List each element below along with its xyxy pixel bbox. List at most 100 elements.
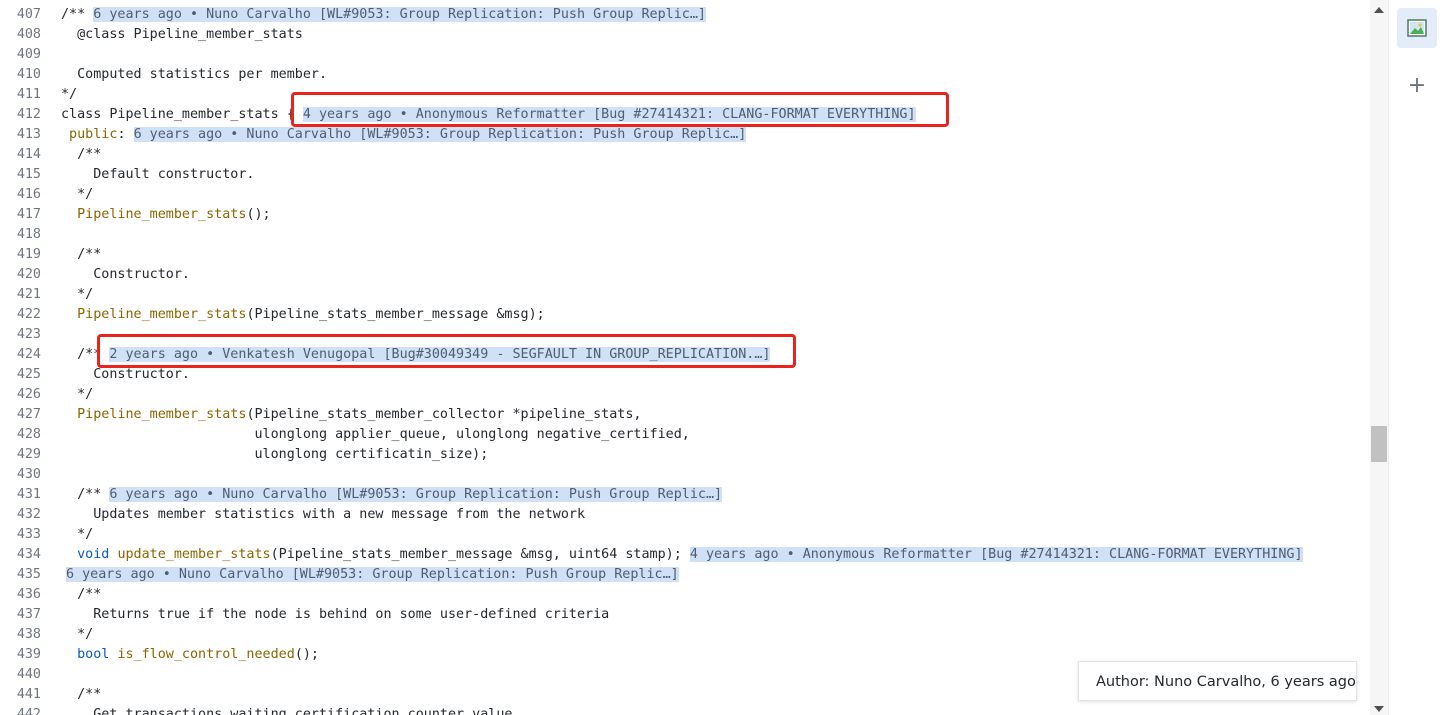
- image-preview-icon: [1407, 19, 1427, 37]
- line-number: 408: [16, 27, 41, 42]
- git-blame-annotation[interactable]: 4 years ago • Anonymous Reformatter [Bug…: [689, 547, 1303, 562]
- line-number: 423: [16, 327, 41, 342]
- line-number: 415: [16, 167, 41, 182]
- code-text: @class Pipeline_member_stats: [61, 27, 303, 42]
- code-text: */: [61, 627, 94, 642]
- line-number: 427: [16, 407, 41, 422]
- code-line[interactable]: 428 ulonglong applier_queue, ulonglong n…: [0, 425, 1366, 445]
- code-line[interactable]: 418: [0, 225, 1366, 245]
- scroll-up-arrow-icon[interactable]: [1374, 7, 1384, 13]
- line-number: 417: [16, 207, 41, 222]
- add-button[interactable]: +: [1397, 65, 1437, 105]
- line-number: 441: [16, 687, 41, 702]
- code-line[interactable]: 420 Constructor.: [0, 265, 1366, 285]
- code-line[interactable]: 421 */: [0, 285, 1366, 305]
- line-number: 413: [16, 127, 41, 142]
- code-line[interactable]: 429 ulonglong certificatin_size);: [0, 445, 1366, 465]
- code-text: */: [61, 387, 94, 402]
- code-line[interactable]: 426 */: [0, 385, 1366, 405]
- code-text: */: [61, 87, 78, 102]
- line-number: 435: [16, 567, 41, 582]
- line-number: 437: [16, 607, 41, 622]
- line-number: 424: [16, 347, 41, 362]
- line-number: 438: [16, 627, 41, 642]
- git-blame-annotation[interactable]: 6 years ago • Nuno Carvalho [WL#9053: Gr…: [93, 7, 706, 22]
- code-text: Computed statistics per member.: [61, 67, 328, 82]
- code-line[interactable]: 436 /**: [0, 585, 1366, 605]
- code-line[interactable]: 434 void update_member_stats(Pipeline_st…: [0, 545, 1366, 565]
- line-number: 442: [16, 707, 41, 715]
- blame-tooltip: Author: Nuno Carvalho, 6 years ago: [1078, 661, 1357, 701]
- code-text: */: [61, 527, 94, 542]
- scrollbar-thumb[interactable]: [1371, 426, 1387, 462]
- code-line[interactable]: 409: [0, 45, 1366, 65]
- line-number: 418: [16, 227, 41, 242]
- code-line[interactable]: 431 /** 6 years ago • Nuno Carvalho [WL#…: [0, 485, 1366, 505]
- line-number: 407: [16, 7, 41, 22]
- git-blame-annotation[interactable]: 6 years ago • Nuno Carvalho [WL#9053: Gr…: [66, 567, 679, 582]
- code-text: Updates member statistics with a new mes…: [61, 507, 586, 522]
- code-text: /**: [61, 687, 102, 702]
- line-number: 434: [16, 547, 41, 562]
- code-text: Constructor.: [61, 267, 190, 282]
- vertical-scrollbar[interactable]: [1370, 0, 1388, 715]
- code-line[interactable]: 413 public: 6 years ago • Nuno Carvalho …: [0, 125, 1366, 145]
- image-preview-button[interactable]: [1397, 8, 1437, 48]
- code-line[interactable]: 430: [0, 465, 1366, 485]
- code-text: */: [61, 287, 94, 302]
- code-line[interactable]: 417 Pipeline_member_stats();: [0, 205, 1366, 225]
- code-text: /**: [61, 587, 102, 602]
- line-number: 432: [16, 507, 41, 522]
- code-text: bool is_flow_control_needed();: [77, 647, 319, 662]
- code-line[interactable]: 410 Computed statistics per member.: [0, 65, 1366, 85]
- line-number: 425: [16, 367, 41, 382]
- line-number: 439: [16, 647, 41, 662]
- code-line[interactable]: 432 Updates member statistics with a new…: [0, 505, 1366, 525]
- code-line[interactable]: 435 6 years ago • Nuno Carvalho [WL#9053…: [0, 565, 1366, 585]
- highlight-box: [291, 92, 949, 127]
- code-line[interactable]: 438 */: [0, 625, 1366, 645]
- code-text: Default constructor.: [61, 167, 255, 182]
- line-number: 429: [16, 447, 41, 462]
- code-text: Pipeline_member_stats(Pipeline_stats_mem…: [77, 407, 642, 422]
- code-text: ulonglong applier_queue, ulonglong negat…: [61, 427, 690, 442]
- line-number: 430: [16, 467, 41, 482]
- code-text: Constructor.: [61, 367, 190, 382]
- code-text: Returns true if the node is behind on so…: [61, 607, 610, 622]
- code-line[interactable]: 407 /** 6 years ago • Nuno Carvalho [WL#…: [0, 5, 1366, 25]
- line-number: 410: [16, 67, 41, 82]
- code-line[interactable]: 433 */: [0, 525, 1366, 545]
- line-number: 420: [16, 267, 41, 282]
- line-number: 422: [16, 307, 41, 322]
- plus-icon: +: [1407, 72, 1427, 98]
- git-blame-annotation[interactable]: 6 years ago • Nuno Carvalho [WL#9053: Gr…: [133, 127, 747, 142]
- tooltip-text: Author: Nuno Carvalho, 6 years ago: [1096, 674, 1356, 690]
- code-text: ulonglong certificatin_size);: [61, 447, 489, 462]
- code-line[interactable]: 427 Pipeline_member_stats(Pipeline_stats…: [0, 405, 1366, 425]
- line-number: 414: [16, 147, 41, 162]
- code-line[interactable]: 422 Pipeline_member_stats(Pipeline_stats…: [0, 305, 1366, 325]
- code-text: void update_member_stats(Pipeline_stats_…: [77, 547, 1303, 562]
- line-number: 426: [16, 387, 41, 402]
- code-text: public: 6 years ago • Nuno Carvalho [WL#…: [61, 127, 747, 142]
- line-number: 433: [16, 527, 41, 542]
- code-line[interactable]: 419 /**: [0, 245, 1366, 265]
- code-line[interactable]: 437 Returns true if the node is behind o…: [0, 605, 1366, 625]
- code-line[interactable]: 414 /**: [0, 145, 1366, 165]
- line-number: 409: [16, 47, 41, 62]
- code-text: Pipeline_member_stats(Pipeline_stats_mem…: [77, 307, 545, 322]
- code-text: /** 6 years ago • Nuno Carvalho [WL#9053…: [61, 7, 706, 22]
- code-text: */: [61, 187, 94, 202]
- code-line[interactable]: 415 Default constructor.: [0, 165, 1366, 185]
- code-line[interactable]: 416 */: [0, 185, 1366, 205]
- code-line[interactable]: 408 @class Pipeline_member_stats: [0, 25, 1366, 45]
- line-number: 421: [16, 287, 41, 302]
- line-number: 440: [16, 667, 41, 682]
- line-number: 411: [16, 87, 41, 102]
- highlight-box: [97, 334, 796, 368]
- code-text: /**: [61, 147, 102, 162]
- code-line[interactable]: 442 Get transactions waiting certificati…: [0, 705, 1366, 715]
- scroll-down-arrow-icon[interactable]: [1374, 706, 1384, 712]
- code-line[interactable]: 425 Constructor.: [0, 365, 1366, 385]
- git-blame-annotation[interactable]: 6 years ago • Nuno Carvalho [WL#9053: Gr…: [109, 487, 723, 502]
